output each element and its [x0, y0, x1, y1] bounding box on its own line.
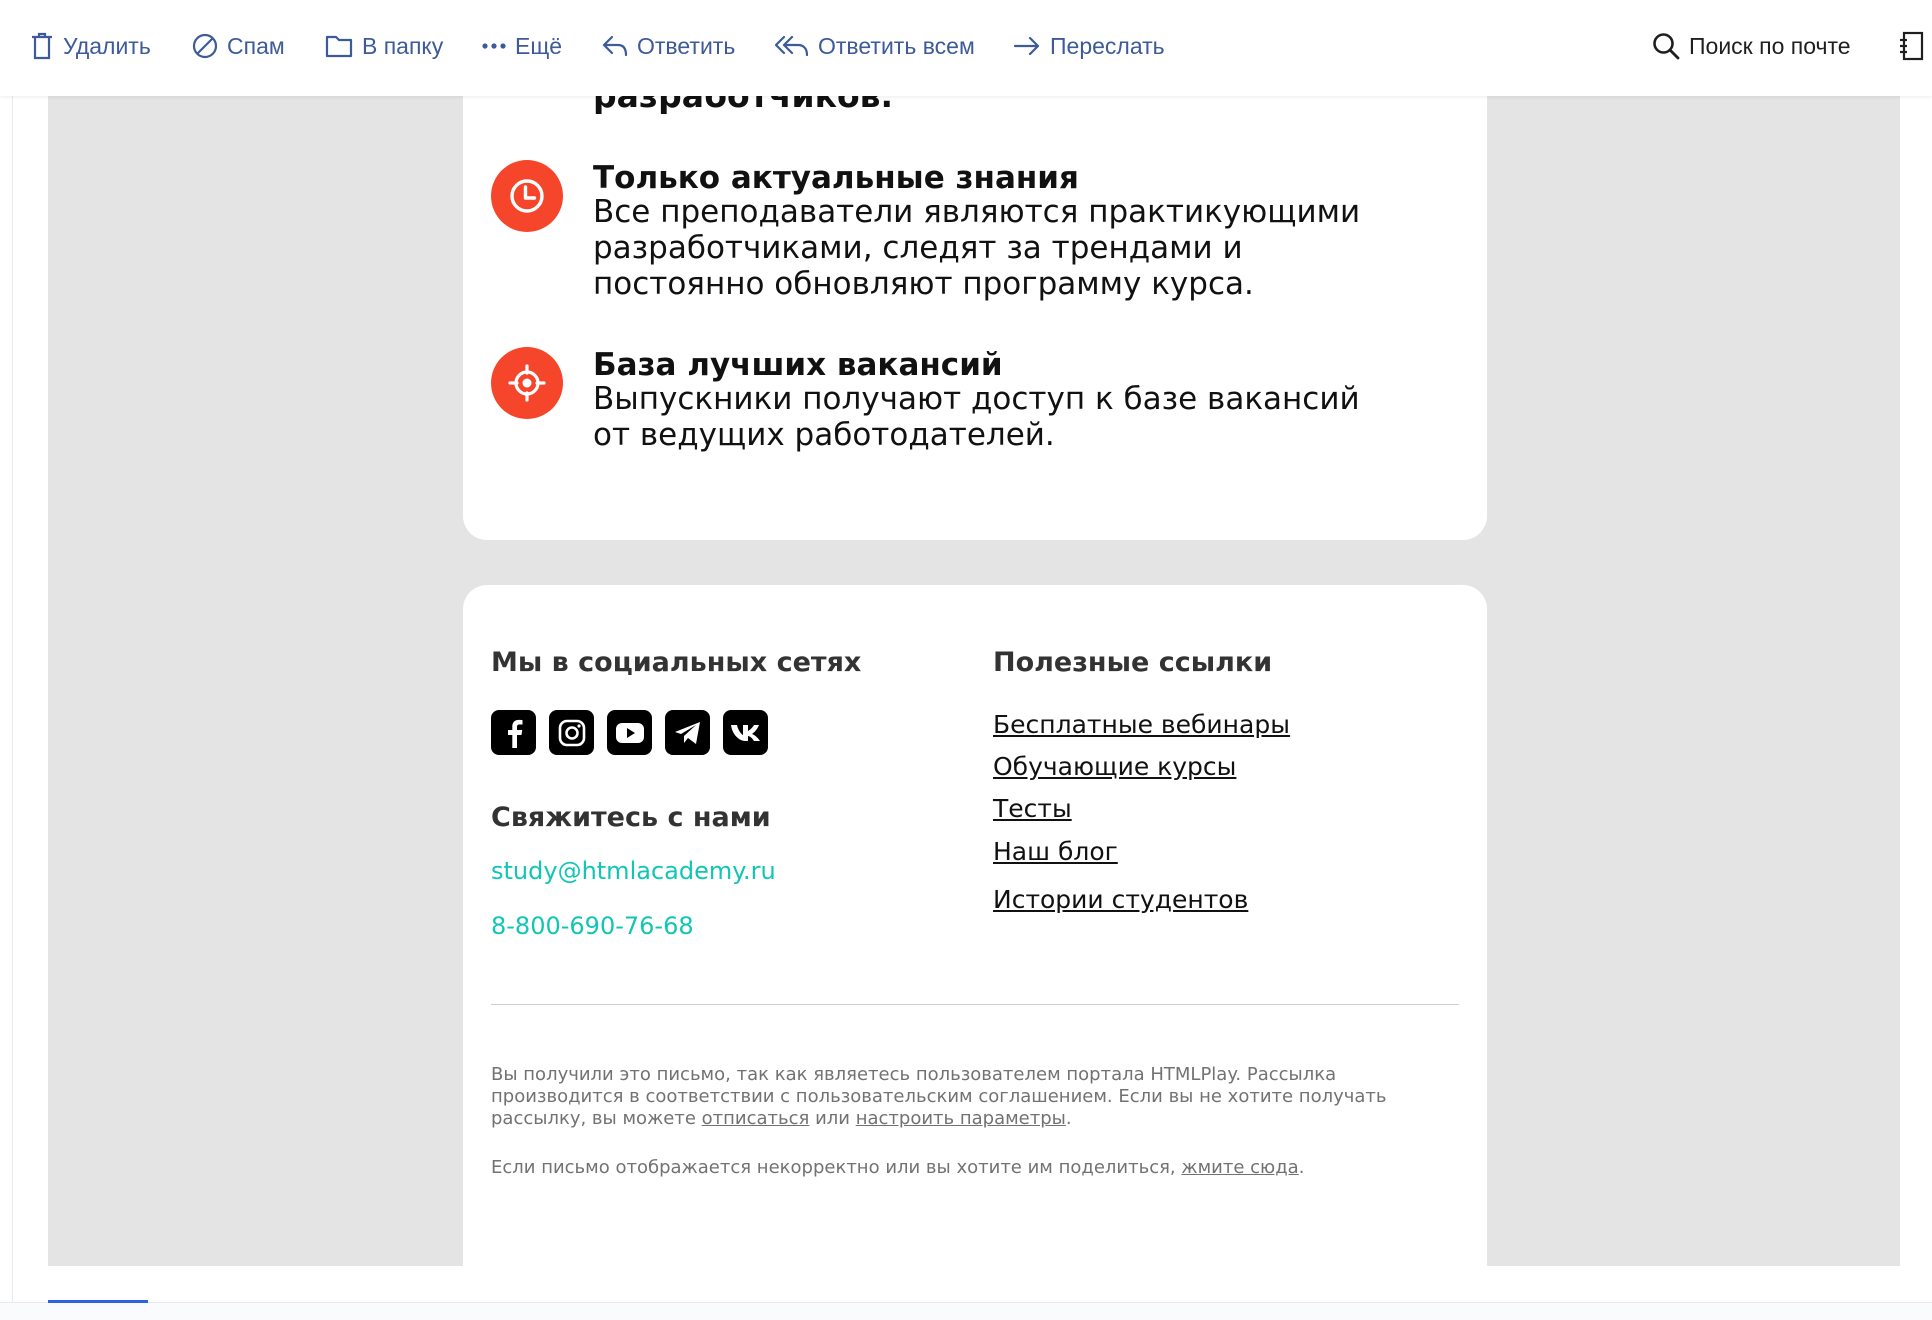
link-tests[interactable]: Тесты — [993, 794, 1072, 823]
social-heading: Мы в социальных сетях — [491, 647, 862, 678]
link-webinars[interactable]: Бесплатные вебинары — [993, 710, 1290, 739]
reply-all-arrow-icon — [775, 35, 809, 57]
legal-text: Если письмо отображается некорректно или… — [491, 1157, 1182, 1178]
instagram-icon[interactable] — [549, 710, 594, 755]
reply-all-button[interactable]: Ответить всем — [775, 26, 975, 66]
spam-label: Спам — [227, 32, 285, 59]
facebook-icon[interactable] — [491, 710, 536, 755]
unsubscribe-link[interactable]: отписаться — [702, 1108, 810, 1129]
forward-button[interactable]: Переслать — [1013, 26, 1165, 66]
feature-title: База лучших вакансий — [593, 347, 1003, 383]
feature-text: Все преподаватели являются практикующими… — [593, 194, 1361, 302]
footer-card: Мы в социальных сетях Свяжитесь с нами s… — [463, 585, 1487, 1266]
contact-heading: Свяжитесь с нами — [491, 802, 771, 833]
legal-text: или — [809, 1108, 856, 1129]
folder-icon — [325, 34, 353, 58]
address-book-icon — [1898, 31, 1926, 61]
link-blog[interactable]: Наш блог — [993, 837, 1118, 866]
move-to-folder-button[interactable]: В папку — [325, 26, 443, 66]
block-icon — [192, 33, 218, 59]
feature-text: Выпускники получают доступ к базе ваканс… — [593, 381, 1413, 453]
mail-toolbar: Удалить Спам В папку Ещё Ответить Ответи… — [0, 0, 1932, 96]
delete-button[interactable]: Удалить — [30, 26, 151, 66]
delete-label: Удалить — [63, 32, 151, 59]
mail-search-button[interactable]: Поиск по почте — [1652, 26, 1851, 66]
target-icon — [491, 347, 563, 419]
left-sidebar-edge — [0, 96, 13, 1320]
youtube-icon[interactable] — [607, 710, 652, 755]
features-card: разработчиков. Только актуальные знания … — [463, 96, 1487, 540]
trash-icon — [30, 32, 54, 60]
vk-icon[interactable] — [723, 710, 768, 755]
reply-arrow-icon — [602, 35, 628, 57]
more-label: Ещё — [515, 32, 563, 59]
feature-text-line: Выпускники получают доступ к базе ваканс… — [593, 381, 1360, 417]
feature-text-line: от ведущих работодателей. — [593, 417, 1055, 453]
more-dots-icon — [482, 42, 506, 50]
spam-button[interactable]: Спам — [192, 26, 285, 66]
link-courses[interactable]: Обучающие курсы — [993, 752, 1236, 781]
settings-link[interactable]: настроить параметры — [856, 1108, 1066, 1129]
view-online-notice: Если письмо отображается некорректно или… — [491, 1157, 1451, 1179]
search-icon — [1652, 32, 1680, 60]
footer-divider — [491, 1004, 1459, 1005]
view-online-link[interactable]: жмите сюда — [1181, 1157, 1298, 1178]
legal-notice: Вы получили это письмо, так как являетес… — [491, 1064, 1451, 1130]
reply-label: Ответить — [637, 32, 736, 59]
phone-link[interactable]: 8-800-690-76-68 — [491, 912, 694, 940]
forward-label: Переслать — [1050, 32, 1165, 59]
more-button[interactable]: Ещё — [482, 26, 562, 66]
telegram-icon[interactable] — [665, 710, 710, 755]
cut-off-text: разработчиков. — [593, 96, 893, 115]
mail-search-label: Поиск по почте — [1689, 32, 1851, 59]
contacts-button[interactable] — [1898, 26, 1926, 66]
legal-text: . — [1298, 1157, 1305, 1178]
active-tab-indicator — [48, 1300, 148, 1303]
legal-text: . — [1065, 1108, 1072, 1129]
forward-arrow-icon — [1013, 35, 1041, 57]
move-to-folder-label: В папку — [362, 32, 444, 59]
email-link[interactable]: study@htmlacademy.ru — [491, 857, 776, 885]
useful-links-heading: Полезные ссылки — [993, 647, 1273, 678]
social-links — [491, 710, 768, 755]
link-student-stories[interactable]: Истории студентов — [993, 885, 1248, 914]
clock-icon — [491, 160, 563, 232]
reply-all-label: Ответить всем — [818, 32, 975, 59]
reply-button[interactable]: Ответить — [602, 26, 735, 66]
bottom-bar — [0, 1303, 1932, 1320]
feature-title: Только актуальные знания — [593, 160, 1079, 196]
